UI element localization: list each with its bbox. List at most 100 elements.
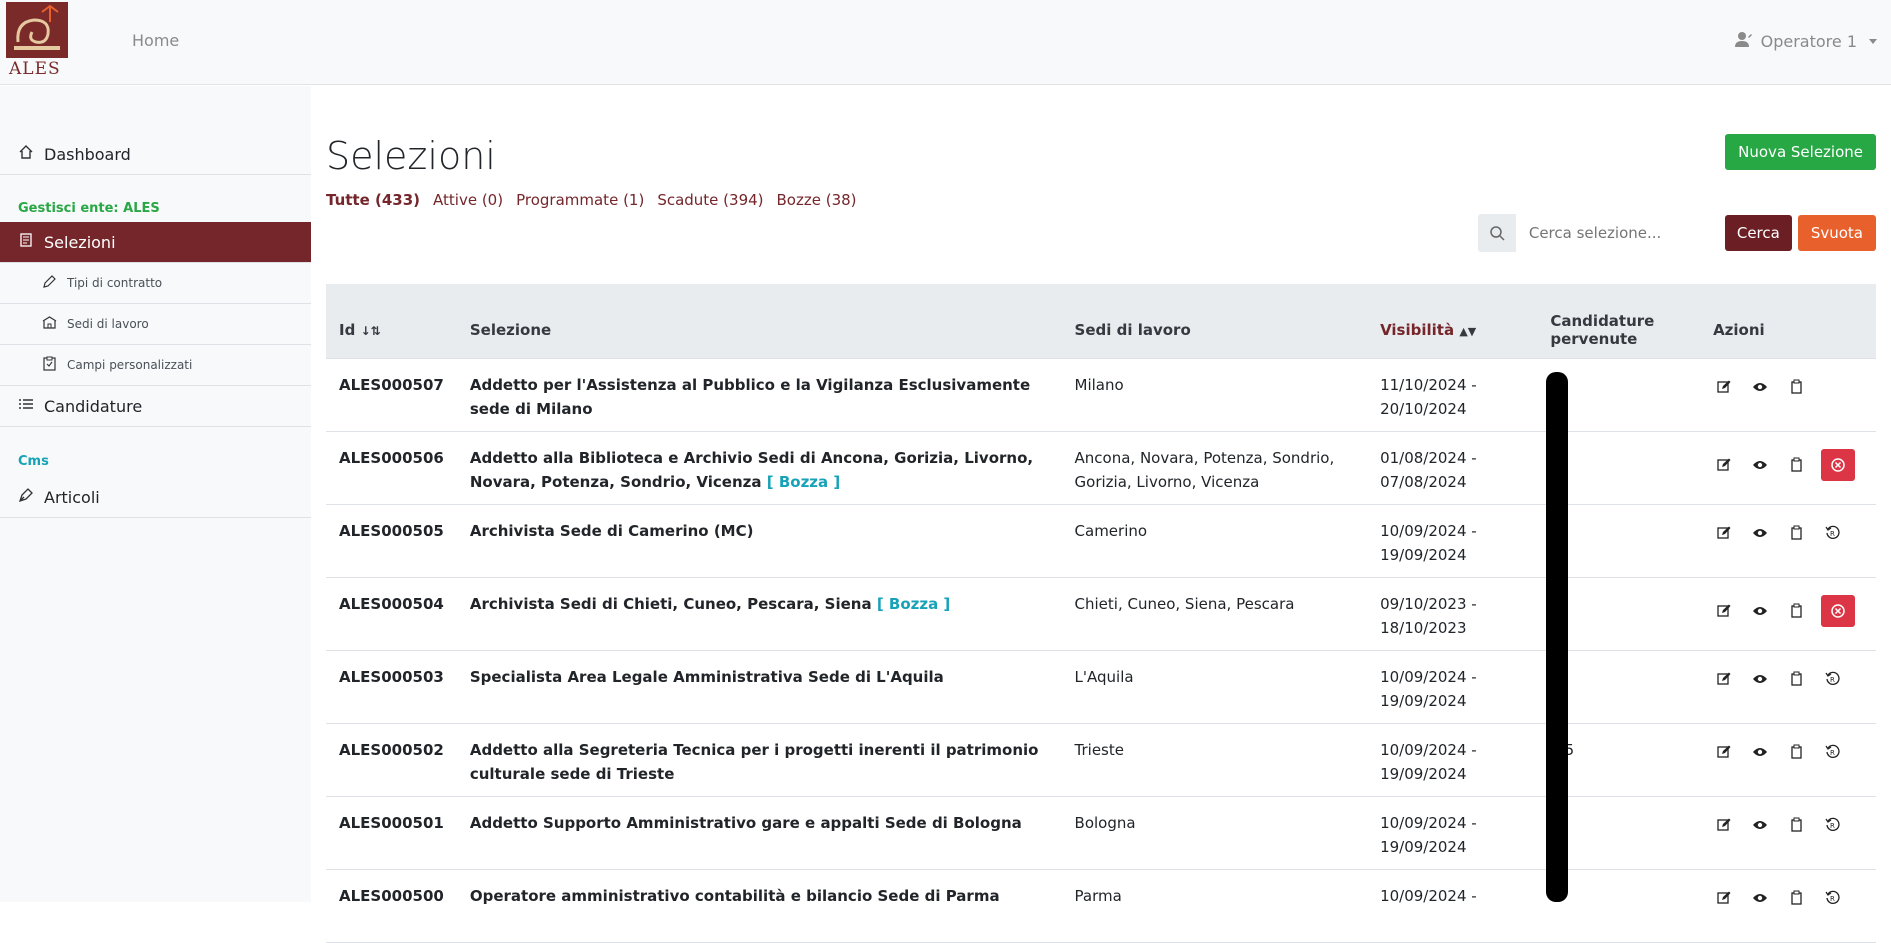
filter-tutte[interactable]: Tutte (433) (326, 191, 420, 209)
cell-selezione[interactable]: Archivista Sede di Camerino (MC) (456, 504, 1062, 578)
col-header-sedi: Sedi di lavoro (1061, 284, 1368, 359)
edit-icon[interactable] (1713, 522, 1735, 544)
cell-selezione[interactable]: Addetto Supporto Amministrativo gare e a… (456, 796, 1062, 870)
svg-text:R: R (1830, 530, 1835, 538)
cell-selezione[interactable]: Addetto alla Segreteria Tecnica per i pr… (456, 723, 1062, 797)
view-icon[interactable] (1749, 376, 1771, 398)
copy-icon[interactable] (1785, 522, 1807, 544)
restore-icon[interactable]: R (1821, 668, 1843, 690)
table-row: ALES000507 Addetto per l'Assistenza al Pu… (326, 358, 1876, 432)
col-header-id[interactable]: Id ↓⇅ (326, 284, 457, 359)
sidebar: Dashboard Gestisci ente: ALES Selezioni … (0, 86, 311, 902)
edit-icon[interactable] (1713, 741, 1735, 763)
sidebar-item-sedi-lavoro[interactable]: Sedi di lavoro (0, 304, 311, 345)
selezione-title[interactable]: Addetto per l'Assistenza al Pubblico e l… (470, 376, 1030, 418)
sidebar-item-label: Campi personalizzati (67, 358, 193, 372)
selezione-title[interactable]: Addetto Supporto Amministrativo gare e a… (470, 814, 1022, 832)
edit-icon[interactable] (1713, 376, 1735, 398)
cell-id: ALES000502 (326, 723, 457, 797)
search-input[interactable] (1515, 214, 1721, 252)
vis-to: 07/08/2024 (1380, 472, 1467, 491)
table-row: ALES000505 Archivista Sede di Camerino (M… (326, 504, 1876, 578)
sidebar-item-dashboard[interactable]: Dashboard (0, 134, 311, 175)
filter-attive[interactable]: Attive (0) (433, 191, 503, 209)
copy-icon[interactable] (1785, 376, 1807, 398)
edit-icon[interactable] (1713, 814, 1735, 836)
svg-text:R: R (1830, 822, 1835, 830)
filter-scadute[interactable]: Scadute (394) (657, 191, 763, 209)
copy-icon[interactable] (1785, 668, 1807, 690)
edit-icon[interactable] (1713, 600, 1735, 622)
delete-button[interactable] (1821, 594, 1856, 627)
view-icon[interactable] (1749, 600, 1771, 622)
cell-visibilita: 11/10/2024 - 20/10/2024 (1367, 358, 1538, 432)
selezione-title[interactable]: Archivista Sede di Camerino (MC) (470, 522, 754, 540)
sidebar-item-label: Candidature (44, 396, 143, 416)
view-icon[interactable] (1749, 887, 1771, 909)
cell-selezione[interactable]: Addetto alla Biblioteca e Archivio Sedi … (456, 431, 1062, 505)
filter-bozze[interactable]: Bozze (38) (777, 191, 857, 209)
cell-selezione[interactable]: Operatore amministrativo contabilità e b… (456, 869, 1062, 943)
bozza-badge: [ Bozza ] (876, 594, 951, 613)
cell-azioni: R (1700, 869, 1876, 943)
cell-sedi: Milano (1061, 358, 1368, 432)
cell-visibilita: 10/09/2024 - 19/09/2024 (1367, 796, 1538, 870)
restore-icon[interactable]: R (1821, 741, 1843, 763)
sidebar-item-campi-personalizzati[interactable]: Campi personalizzati (0, 345, 311, 386)
vis-from: 10/09/2024 - (1380, 886, 1477, 905)
edit-icon[interactable] (1713, 454, 1735, 476)
logo-emblem (6, 2, 68, 58)
cell-azioni (1700, 577, 1876, 651)
vis-to: 19/09/2024 (1380, 837, 1467, 856)
selezione-title[interactable]: Specialista Area Legale Amministrativa S… (470, 668, 944, 686)
table-row: ALES000501 Addetto Supporto Amministrativ… (326, 796, 1876, 870)
view-icon[interactable] (1749, 741, 1771, 763)
copy-icon[interactable] (1785, 600, 1807, 622)
new-selection-button[interactable]: Nuova Selezione (1725, 134, 1876, 170)
table-header-row: Id ↓⇅ Selezione Sedi di lavoro Visibilit… (326, 284, 1876, 359)
filter-programmate[interactable]: Programmate (1) (516, 191, 644, 209)
ales-logo[interactable]: ALES (6, 2, 70, 80)
edit-icon[interactable] (1713, 887, 1735, 909)
restore-icon[interactable]: R (1821, 814, 1843, 836)
list-icon (18, 396, 34, 416)
vis-from: 09/10/2023 - (1380, 594, 1477, 613)
cell-visibilita: 01/08/2024 - 07/08/2024 (1367, 431, 1538, 505)
sidebar-item-label: Selezioni (44, 232, 116, 252)
delete-button[interactable] (1821, 448, 1856, 481)
user-name: Operatore 1 (1760, 31, 1857, 51)
selezione-title[interactable]: Addetto alla Biblioteca e Archivio Sedi … (470, 449, 1033, 491)
sidebar-item-selezioni[interactable]: Selezioni (0, 222, 311, 263)
cell-selezione[interactable]: Archivista Sedi di Chieti, Cuneo, Pescar… (456, 577, 1062, 651)
copy-icon[interactable] (1785, 454, 1807, 476)
view-icon[interactable] (1749, 668, 1771, 690)
pen-icon (42, 274, 57, 292)
cell-id: ALES000504 (326, 577, 457, 651)
view-icon[interactable] (1749, 522, 1771, 544)
copy-icon[interactable] (1785, 814, 1807, 836)
user-menu[interactable]: Operatore 1 (1734, 31, 1877, 51)
search-button[interactable]: Cerca (1724, 215, 1792, 251)
nav-home-link[interactable]: Home (132, 31, 179, 50)
restore-icon[interactable]: R (1821, 887, 1843, 909)
sidebar-item-articoli[interactable]: Articoli (0, 477, 311, 518)
selezione-title[interactable]: Archivista Sedi di Chieti, Cuneo, Pescar… (470, 595, 872, 613)
restore-icon[interactable]: R (1821, 522, 1843, 544)
col-header-selezione: Selezione (456, 284, 1062, 359)
sort-icon: ↓⇅ (360, 323, 381, 338)
view-icon[interactable] (1749, 814, 1771, 836)
sidebar-item-tipi-contratto[interactable]: Tipi di contratto (0, 263, 311, 304)
view-icon[interactable] (1749, 454, 1771, 476)
top-navbar: ALES Home Operatore 1 (0, 0, 1891, 85)
sidebar-item-label: Articoli (44, 487, 100, 507)
edit-icon[interactable] (1713, 668, 1735, 690)
selezione-title[interactable]: Addetto alla Segreteria Tecnica per i pr… (470, 741, 1039, 783)
cell-selezione[interactable]: Addetto per l'Assistenza al Pubblico e l… (456, 358, 1062, 432)
clear-button[interactable]: Svuota (1797, 215, 1876, 251)
sidebar-item-candidature[interactable]: Candidature (0, 386, 311, 427)
cell-id: ALES000507 (326, 358, 457, 432)
cell-selezione[interactable]: Specialista Area Legale Amministrativa S… (456, 650, 1062, 724)
col-header-visibilita[interactable]: Visibilità ▲▼ (1367, 284, 1538, 359)
copy-icon[interactable] (1785, 741, 1807, 763)
copy-icon[interactable] (1785, 887, 1807, 909)
